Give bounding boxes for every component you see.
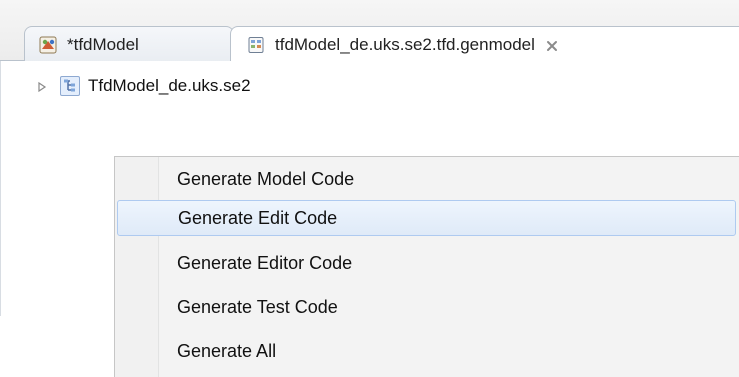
menu-item-generate-model-code[interactable]: Generate Model Code [117,161,736,197]
ecore-model-icon [39,36,57,54]
tree-root-row[interactable]: TfdModel_de.uks.se2 [36,74,251,98]
menu-item-label: Generate Editor Code [177,252,353,273]
menu-item-generate-editor-code[interactable]: Generate Editor Code [117,245,736,281]
context-menu: Generate Model Code Generate Edit Code G… [114,156,739,377]
menu-item-label: Generate Model Code [177,168,355,189]
close-icon[interactable] [545,38,559,52]
tree-root-label: TfdModel_de.uks.se2 [88,76,251,95]
package-tree-icon [60,76,80,96]
genmodel-icon [247,36,265,54]
menu-item-generate-test-code[interactable]: Generate Test Code [117,289,736,325]
menu-item-label: Generate Edit Code [178,207,338,228]
triangle-right-icon[interactable] [36,80,48,93]
tab-tfdmodel[interactable]: *tfdModel [24,26,234,62]
menu-item-label: Generate All [177,340,277,361]
editor-tab-bar: *tfdModel tfdModel_de.uks.se2.tfd.genmod… [0,0,739,63]
editor-content: TfdModel_de.uks.se2 Generate Model Code … [0,61,739,377]
tab-title: tfdModel_de.uks.se2.tfd.genmodel [275,35,535,54]
tab-genmodel[interactable]: tfdModel_de.uks.se2.tfd.genmodel [230,26,739,63]
tab-title: *tfdModel [67,34,139,54]
menu-item-generate-all[interactable]: Generate All [117,333,736,369]
menu-item-label: Generate Test Code [177,296,338,317]
menu-item-generate-edit-code[interactable]: Generate Edit Code [117,200,736,236]
